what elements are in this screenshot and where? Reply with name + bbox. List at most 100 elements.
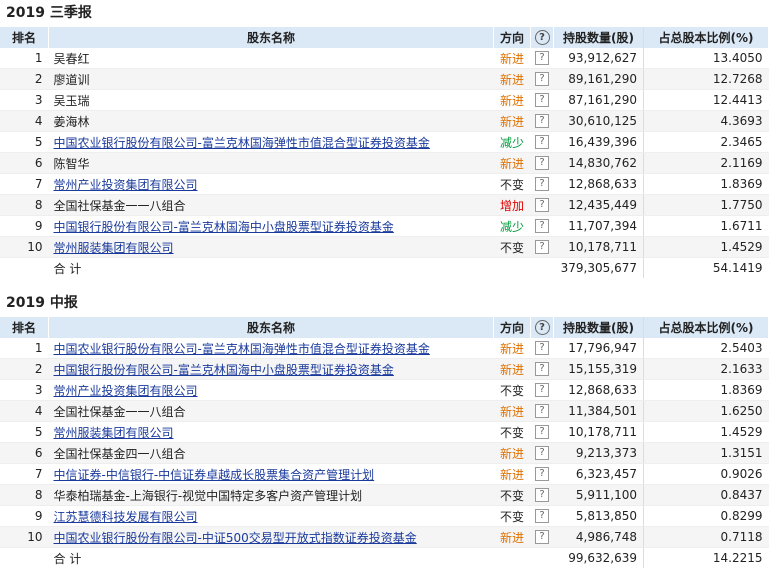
shareholder-link[interactable]: 中国农业银行股份有限公司-富兰克林国海弹性市值混合型证券投资基金: [54, 136, 430, 150]
rank-cell: 10: [0, 236, 49, 258]
question-box-icon[interactable]: ?: [535, 446, 549, 461]
help-cell: ?: [530, 505, 554, 527]
shares-cell: 10,178,711: [553, 421, 644, 443]
question-box-icon[interactable]: ?: [535, 362, 549, 377]
question-box-icon[interactable]: ?: [535, 177, 549, 192]
direction-cell: 新进: [493, 89, 531, 111]
header-direction[interactable]: 方向: [493, 317, 531, 338]
question-box-icon[interactable]: ?: [535, 425, 549, 440]
question-box-icon[interactable]: ?: [535, 135, 549, 150]
header-direction[interactable]: 方向: [493, 27, 531, 48]
header-name[interactable]: 股东名称: [48, 317, 494, 338]
rank-cell: 2: [0, 358, 49, 380]
question-box-icon[interactable]: ?: [535, 530, 549, 545]
shares-cell: 12,868,633: [553, 173, 644, 195]
question-box-icon[interactable]: ?: [535, 72, 549, 87]
help-cell: ?: [530, 338, 554, 359]
direction-cell: 新进: [493, 358, 531, 380]
question-box-icon[interactable]: ?: [535, 404, 549, 419]
table-row: 4 全国社保基金一一八组合 新进? 11,384,501 1.6250: [0, 400, 769, 422]
rank-cell: 9: [0, 505, 49, 527]
shareholder-name: 吴玉瑞: [53, 93, 90, 108]
name-cell: 吴玉瑞: [48, 89, 494, 111]
direction-cell: 减少: [493, 131, 531, 153]
shareholder-name: 全国社保基金四一八组合: [53, 446, 186, 461]
section-title: 2019 中报: [6, 295, 78, 311]
shares-cell: 17,796,947: [553, 338, 644, 359]
question-box-icon[interactable]: ?: [535, 114, 549, 129]
name-cell: 中国农业银行股份有限公司-富兰克林国海弹性市值混合型证券投资基金: [48, 338, 494, 359]
shares-cell: 30,610,125: [553, 110, 644, 132]
shares-cell: 14,830,762: [553, 152, 644, 174]
question-box-icon[interactable]: ?: [535, 156, 549, 171]
header-percent[interactable]: 占总股本比例(%): [643, 317, 769, 338]
help-circle-icon[interactable]: ?: [534, 320, 550, 335]
rank-cell: 6: [0, 152, 49, 174]
total-rank-cell: [0, 548, 49, 569]
header-rank[interactable]: 排名: [0, 317, 49, 338]
question-box-icon[interactable]: ?: [535, 93, 549, 108]
shareholder-link[interactable]: 中国农业银行股份有限公司-富兰克林国海弹性市值混合型证券投资基金: [54, 342, 430, 356]
shareholder-link[interactable]: 常州服装集团有限公司: [54, 241, 174, 255]
shareholder-link[interactable]: 中国银行股份有限公司-富兰克林国海中小盘股票型证券投资基金: [54, 363, 394, 377]
percent-cell: 0.8437: [643, 484, 769, 506]
shareholder-link[interactable]: 江苏慧德科技发展有限公司: [54, 510, 198, 524]
percent-cell: 2.1633: [643, 358, 769, 380]
name-cell: 常州服装集团有限公司: [48, 421, 494, 443]
name-cell: 廖道训: [48, 68, 494, 90]
shareholder-link[interactable]: 中国银行股份有限公司-富兰克林国海中小盘股票型证券投资基金: [54, 220, 394, 234]
question-box-icon[interactable]: ?: [535, 488, 549, 503]
shareholder-name: 吴春红: [53, 51, 90, 66]
table-row: 1 吴春红 新进? 93,912,627 13.4050: [0, 48, 769, 69]
rank-cell: 3: [0, 89, 49, 111]
percent-cell: 1.8369: [643, 173, 769, 195]
rank-cell: 7: [0, 463, 49, 485]
header-rank[interactable]: 排名: [0, 27, 49, 48]
shareholder-link[interactable]: 常州服装集团有限公司: [54, 426, 174, 440]
question-box-icon[interactable]: ?: [535, 198, 549, 213]
header-help[interactable]: ?: [530, 317, 554, 338]
question-box-icon[interactable]: ?: [535, 467, 549, 482]
header-name[interactable]: 股东名称: [48, 27, 494, 48]
question-box-icon[interactable]: ?: [535, 341, 549, 356]
percent-cell: 2.5403: [643, 338, 769, 359]
direction-cell: 新进: [493, 338, 531, 359]
header-percent[interactable]: 占总股本比例(%): [643, 27, 769, 48]
question-box-icon[interactable]: ?: [535, 219, 549, 234]
shareholder-link[interactable]: 中国农业银行股份有限公司-中证500交易型开放式指数证券投资基金: [54, 531, 417, 545]
table-row: 8 全国社保基金一一八组合 增加? 12,435,449 1.7750: [0, 194, 769, 216]
question-box-icon[interactable]: ?: [535, 240, 549, 255]
direction-cell: 减少: [493, 215, 531, 237]
header-shares[interactable]: 持股数量(股): [553, 317, 644, 338]
rank-cell: 3: [0, 379, 49, 401]
shareholder-link[interactable]: 常州产业投资集团有限公司: [54, 178, 198, 192]
percent-cell: 1.3151: [643, 442, 769, 464]
direction-cell: 新进: [493, 68, 531, 90]
percent-cell: 0.8299: [643, 505, 769, 527]
shares-cell: 15,155,319: [553, 358, 644, 380]
direction-cell: 不变: [493, 236, 531, 258]
question-box-icon[interactable]: ?: [535, 509, 549, 524]
direction-cell: 新进: [493, 463, 531, 485]
question-box-icon[interactable]: ?: [535, 51, 549, 66]
shareholder-table: 排名 股东名称 方向? 持股数量(股) 占总股本比例(%) 1 吴春红 新进? 93,912,6…: [0, 27, 769, 278]
shareholder-name: 陈智华: [53, 156, 90, 171]
total-shares-cell: 379,305,677: [553, 257, 644, 278]
shareholder-link[interactable]: 常州产业投资集团有限公司: [54, 384, 198, 398]
table-row: 9 江苏慧德科技发展有限公司 不变? 5,813,850 0.8299: [0, 505, 769, 527]
name-cell: 全国社保基金一一八组合: [48, 194, 494, 216]
direction-cell: 不变: [493, 421, 531, 443]
header-help[interactable]: ?: [530, 27, 554, 48]
name-cell: 常州产业投资集团有限公司: [48, 379, 494, 401]
rank-cell: 4: [0, 110, 49, 132]
question-box-icon[interactable]: ?: [535, 383, 549, 398]
help-cell: ?: [530, 215, 554, 237]
table-row: 5 常州服装集团有限公司 不变? 10,178,711 1.4529: [0, 421, 769, 443]
shareholder-link[interactable]: 中信证券-中信银行-中信证券卓越成长股票集合资产管理计划: [54, 468, 375, 482]
header-shares[interactable]: 持股数量(股): [553, 27, 644, 48]
shares-cell: 10,178,711: [553, 236, 644, 258]
help-circle-icon[interactable]: ?: [534, 30, 550, 45]
shares-cell: 16,439,396: [553, 131, 644, 153]
total-label: 合 计: [53, 261, 82, 276]
